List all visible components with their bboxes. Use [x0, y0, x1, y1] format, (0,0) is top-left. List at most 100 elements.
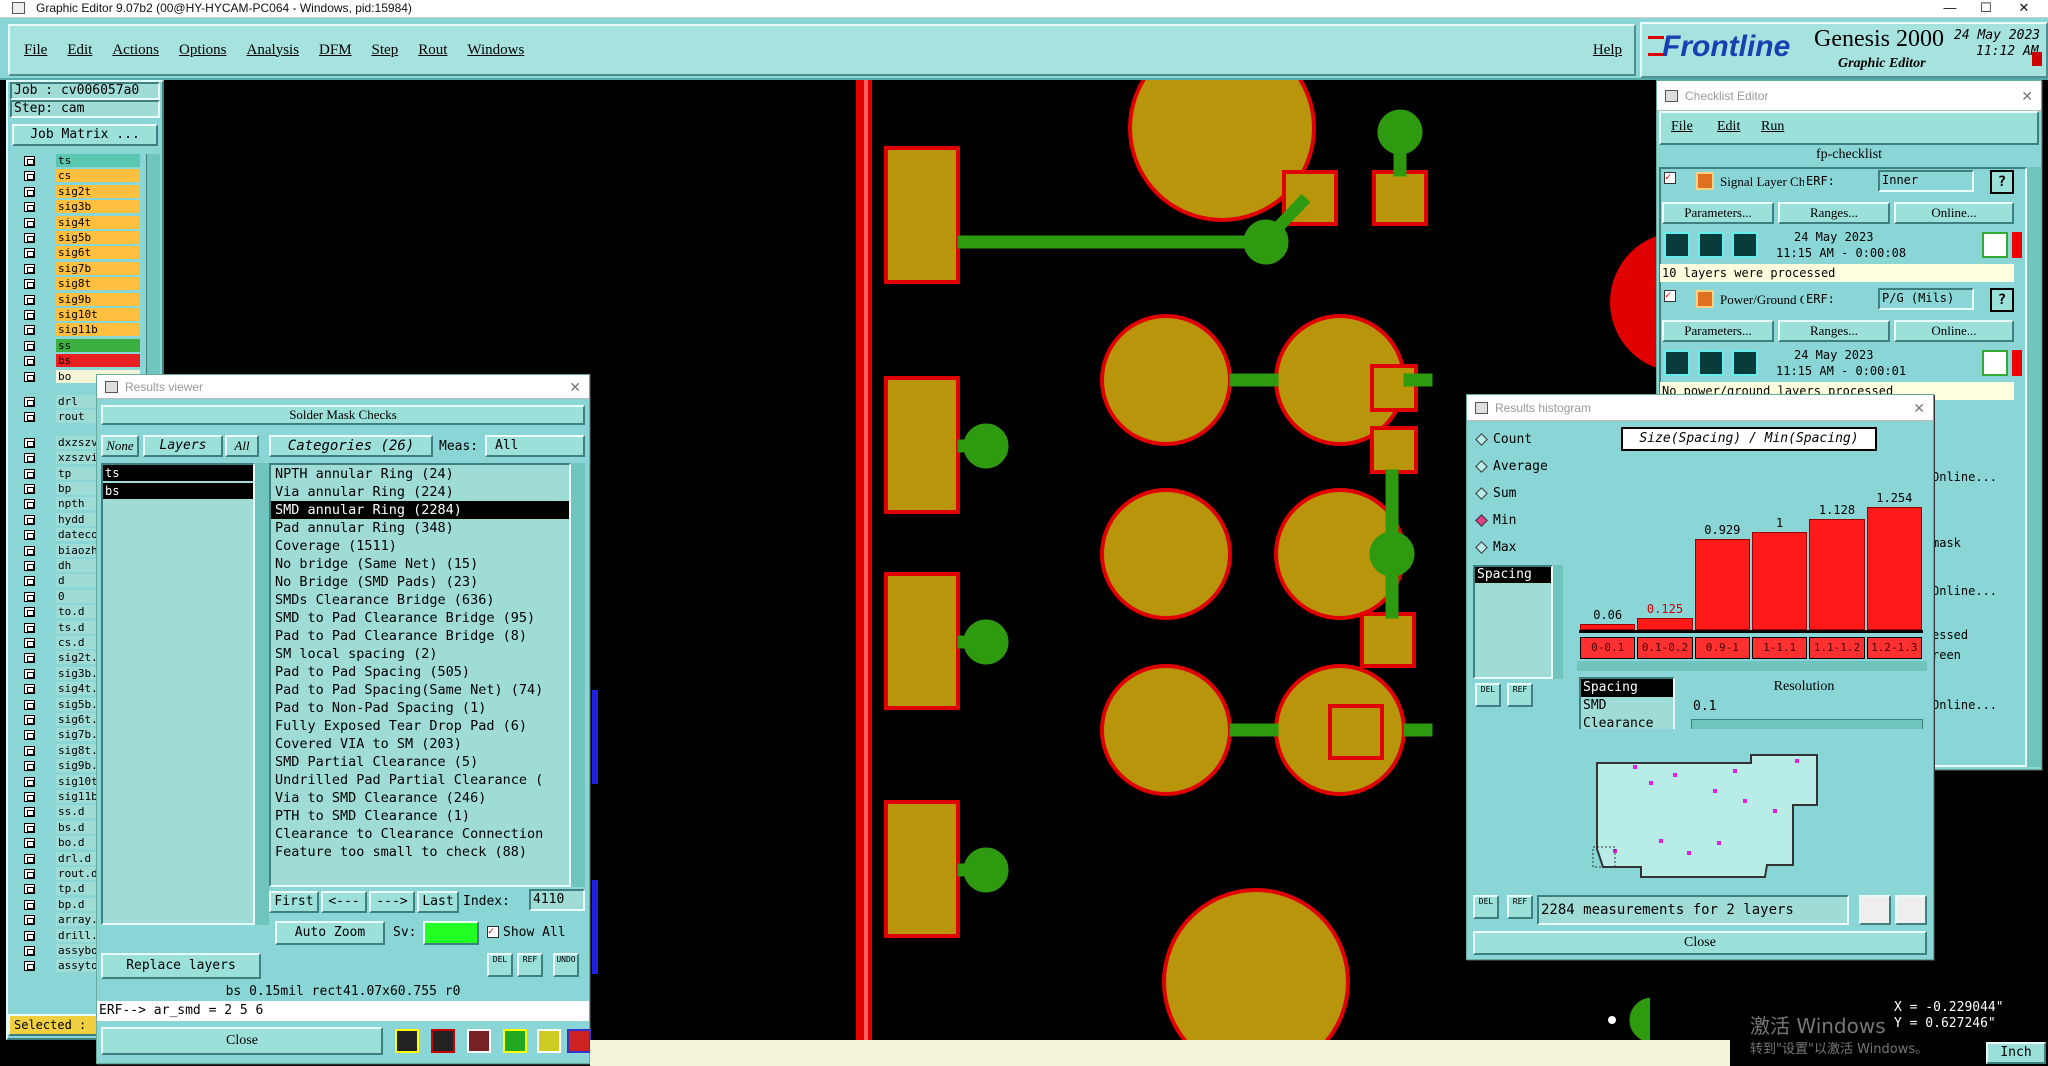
- view-results-icon[interactable]: [1982, 232, 2008, 258]
- run-icon[interactable]: [1698, 232, 1724, 258]
- all-button[interactable]: All: [225, 435, 259, 457]
- layer-checkbox[interactable]: [24, 668, 35, 679]
- layer-checkbox[interactable]: [24, 869, 35, 879]
- menu-file[interactable]: File: [24, 42, 47, 59]
- partial-action-label[interactable]: Online...: [1932, 698, 1998, 712]
- categories-scrollbar[interactable]: [571, 463, 585, 887]
- refresh-icon[interactable]: REF: [517, 953, 543, 977]
- layer-checkbox[interactable]: [24, 325, 35, 336]
- job-matrix-button[interactable]: Job Matrix ...: [12, 124, 158, 146]
- layer-checkbox[interactable]: [24, 397, 35, 407]
- layer-checkbox[interactable]: [24, 607, 35, 618]
- layer-checkbox[interactable]: [24, 294, 35, 305]
- radio-diamond-icon[interactable]: [1475, 541, 1488, 554]
- delete-icon[interactable]: DEL: [1473, 895, 1499, 919]
- category-item[interactable]: SM local spacing (2): [271, 645, 569, 663]
- run-icon[interactable]: [1664, 350, 1690, 376]
- layer-checkbox[interactable]: [24, 412, 35, 423]
- categories-list[interactable]: NPTH annular Ring (24) Via annular Ring (…: [269, 463, 571, 887]
- menu-rout[interactable]: Rout: [418, 42, 447, 59]
- cross-icon[interactable]: [467, 1029, 491, 1053]
- screen-icon[interactable]: [431, 1029, 455, 1053]
- layer-checkbox[interactable]: [24, 217, 35, 228]
- index-input[interactable]: 4110: [529, 889, 585, 911]
- layer-checkbox[interactable]: [24, 761, 35, 772]
- layer-checkbox[interactable]: [24, 807, 35, 818]
- next-button[interactable]: --->: [369, 891, 415, 913]
- category-item[interactable]: Pad annular Ring (348): [271, 519, 569, 537]
- layer-row[interactable]: sig4t: [16, 215, 140, 230]
- layer-checkbox[interactable]: [24, 356, 35, 367]
- category-item[interactable]: SMD Partial Clearance (5): [271, 753, 569, 771]
- layer-checkbox[interactable]: [24, 915, 35, 926]
- category-item[interactable]: Coverage (1511): [271, 537, 569, 555]
- action-checkbox[interactable]: ✓: [1664, 290, 1676, 302]
- help-button[interactable]: ?: [1990, 170, 2014, 194]
- layer-checkbox[interactable]: [24, 622, 35, 633]
- layer-checkbox[interactable]: [24, 899, 35, 910]
- category-item[interactable]: NPTH annular Ring (24): [271, 465, 569, 483]
- radio-diamond-icon[interactable]: [1475, 433, 1488, 446]
- layer-row[interactable]: sig9b: [16, 292, 140, 307]
- partial-action-label[interactable]: Online...: [1932, 470, 1998, 484]
- partial-action-label[interactable]: Online...: [1932, 584, 1998, 598]
- mode-option[interactable]: Count: [1475, 429, 1555, 456]
- run-icon[interactable]: [1732, 350, 1758, 376]
- close-icon[interactable]: ✕: [1913, 395, 1925, 421]
- histogram-scrollbar[interactable]: [1577, 661, 1927, 671]
- help-button[interactable]: ?: [1990, 288, 2014, 312]
- results-layer-list[interactable]: ts bs: [101, 463, 255, 925]
- zoom-icon[interactable]: [1859, 895, 1891, 925]
- layer-checkbox[interactable]: [24, 576, 35, 587]
- layer-checkbox[interactable]: [24, 371, 35, 382]
- delete-icon[interactable]: DEL: [1475, 683, 1501, 707]
- close-icon[interactable]: ✕: [2021, 81, 2033, 111]
- layer-checkbox[interactable]: [24, 484, 35, 494]
- category-item[interactable]: Undrilled Pad Partial Clearance (: [271, 771, 569, 789]
- type-list-scrollbar[interactable]: [1553, 565, 1563, 679]
- layer-checkbox[interactable]: [24, 730, 35, 741]
- menu-dfm[interactable]: DFM: [319, 42, 352, 59]
- category-item[interactable]: Pad to Pad Spacing(Same Net) (74): [271, 681, 569, 699]
- histogram-close-button[interactable]: Close: [1473, 931, 1927, 955]
- parameters-button[interactable]: Parameters...: [1662, 320, 1774, 342]
- first-button[interactable]: First: [269, 891, 319, 913]
- layer-row[interactable]: bs: [16, 354, 140, 368]
- layer-checkbox[interactable]: [24, 961, 35, 972]
- layer-checkbox[interactable]: [24, 792, 35, 802]
- layer-checkbox[interactable]: [24, 499, 35, 510]
- layer-checkbox[interactable]: [24, 530, 35, 541]
- layer-row[interactable]: sig11b: [16, 323, 140, 337]
- minimize-icon[interactable]: —: [1930, 0, 1970, 15]
- category-item[interactable]: SMD to Pad Clearance Bridge (95): [271, 609, 569, 627]
- refresh-icon[interactable]: REF: [1507, 895, 1533, 919]
- unit-button[interactable]: Inch: [1986, 1042, 2046, 1064]
- radio-diamond-icon[interactable]: [1475, 487, 1488, 500]
- layer-checkbox[interactable]: [24, 248, 35, 259]
- close-icon[interactable]: ✕: [2004, 0, 2044, 16]
- checklist-menu-edit[interactable]: Edit: [1717, 119, 1740, 135]
- results-close-button[interactable]: Close: [101, 1027, 383, 1055]
- layer-checkbox[interactable]: [24, 437, 35, 448]
- category-item[interactable]: Clearance to Clearance Connection: [271, 825, 569, 843]
- category-item[interactable]: No bridge (Same Net) (15): [271, 555, 569, 573]
- type-list[interactable]: Spacing: [1473, 565, 1553, 679]
- layer-checkbox[interactable]: [24, 310, 35, 320]
- layer-checkbox[interactable]: [24, 545, 35, 556]
- menu-help[interactable]: Help: [1593, 42, 1622, 59]
- layer-row[interactable]: ts: [16, 154, 140, 168]
- layer-list-scrollbar[interactable]: [255, 463, 269, 925]
- layer-checkbox[interactable]: [24, 745, 35, 756]
- list-item[interactable]: SMD: [1581, 697, 1673, 715]
- layer-row[interactable]: sig8t: [16, 277, 140, 291]
- layer-checkbox[interactable]: [24, 468, 35, 479]
- menu-edit[interactable]: Edit: [67, 42, 92, 59]
- layer-checkbox[interactable]: [24, 946, 35, 956]
- category-item[interactable]: Via to SMD Clearance (246): [271, 789, 569, 807]
- category-item[interactable]: Via annular Ring (224): [271, 483, 569, 501]
- export-icon[interactable]: [1895, 895, 1927, 925]
- online-button[interactable]: Online...: [1894, 320, 2014, 342]
- layer-checkbox[interactable]: [24, 684, 35, 695]
- ranges-button[interactable]: Ranges...: [1778, 320, 1890, 342]
- category-item[interactable]: No Bridge (SMD Pads) (23): [271, 573, 569, 591]
